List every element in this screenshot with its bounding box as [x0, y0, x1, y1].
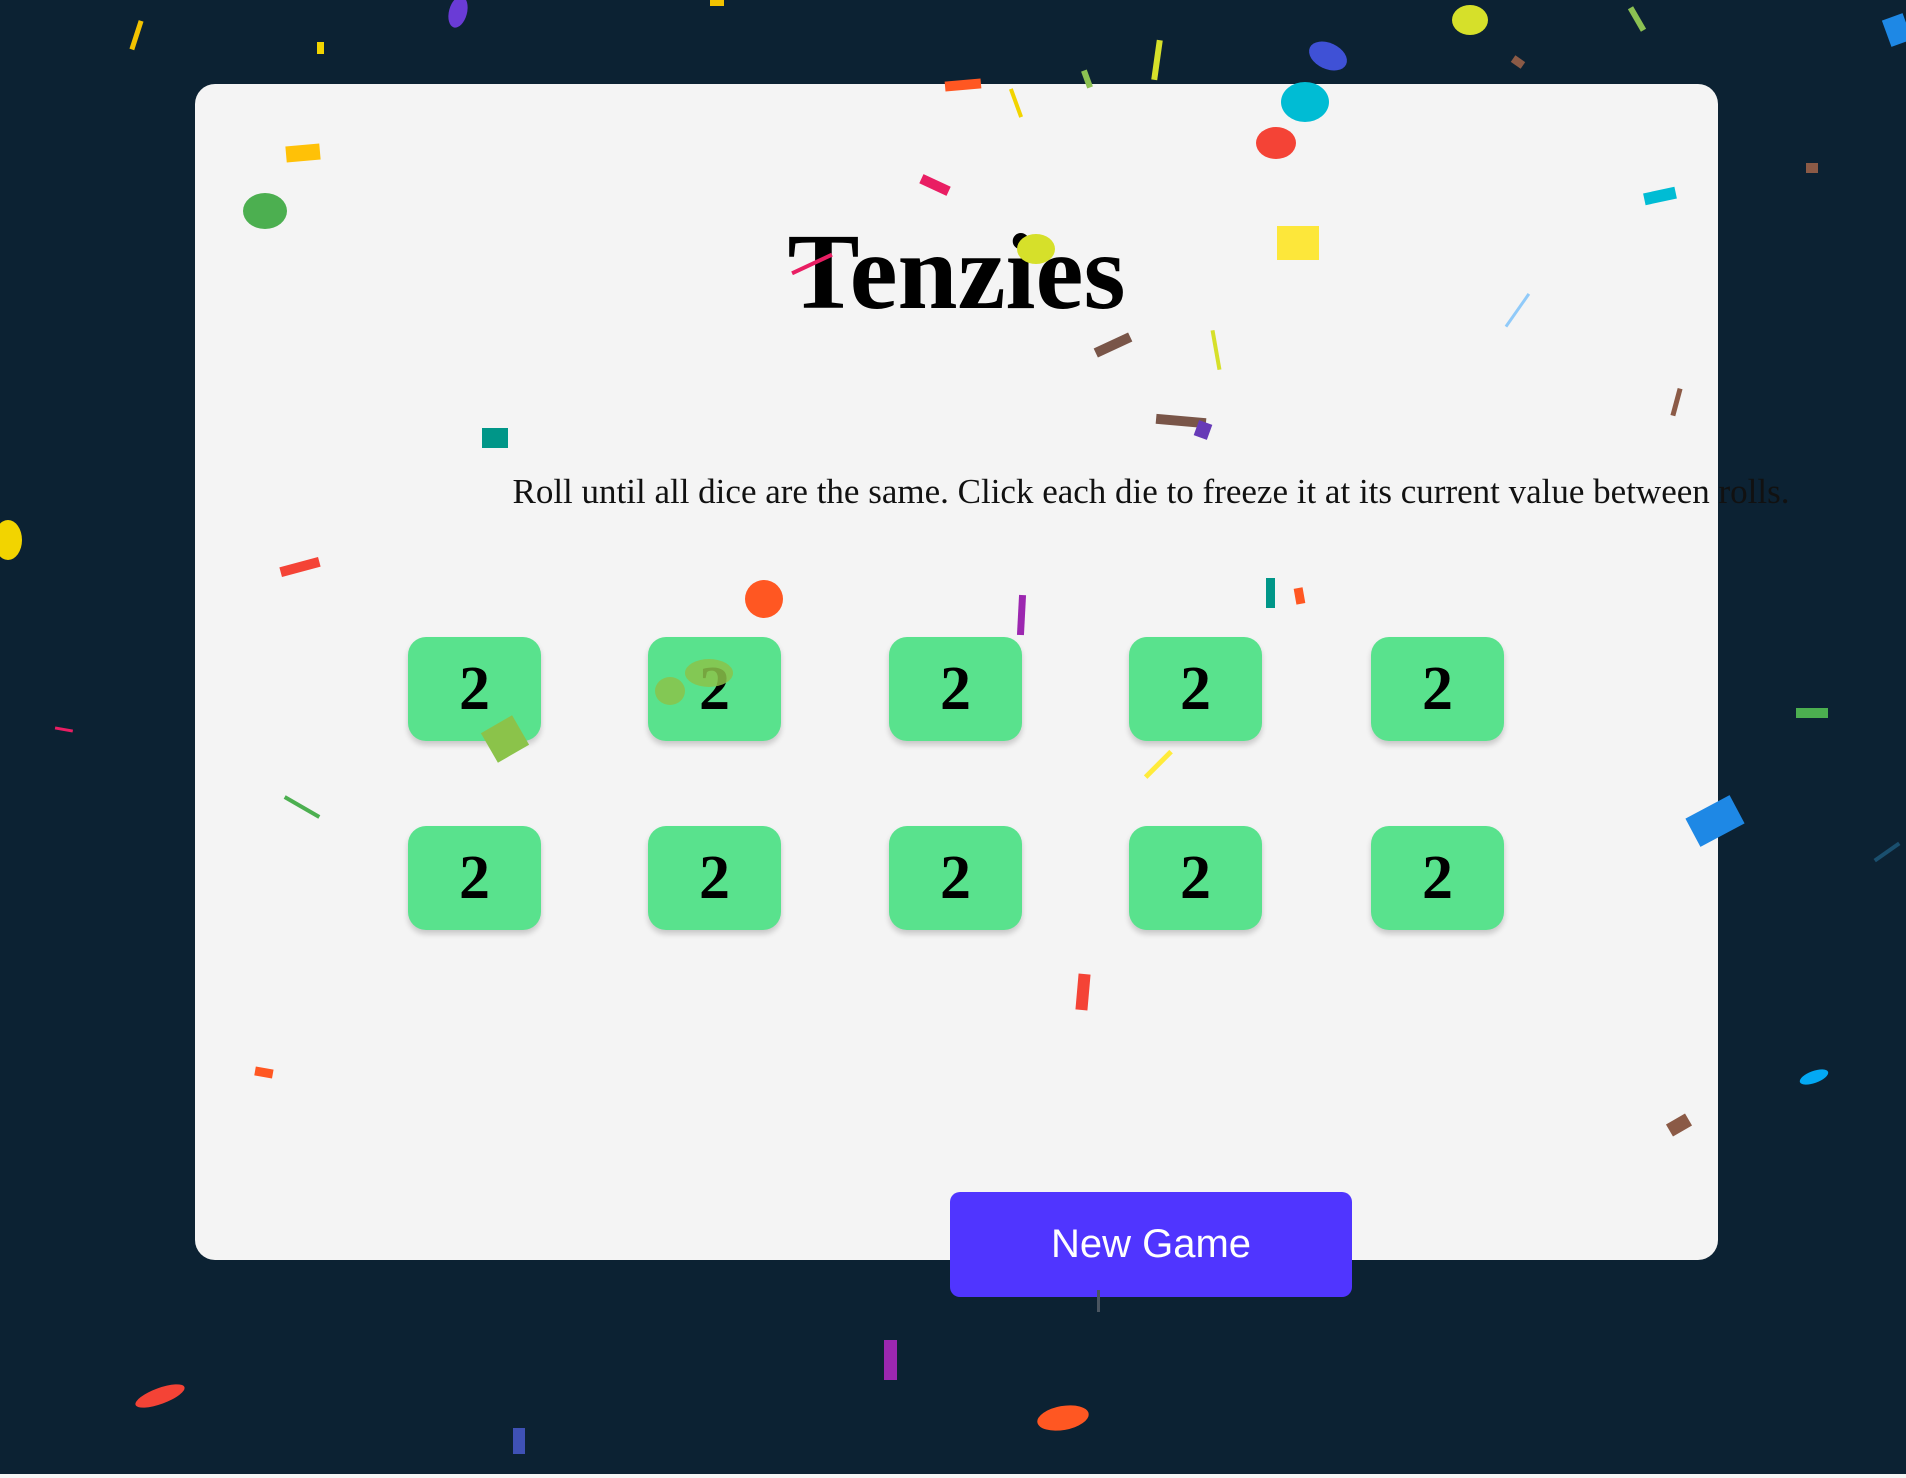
die-2[interactable]: 2 [648, 637, 781, 741]
die-8[interactable]: 2 [889, 826, 1022, 930]
die-7[interactable]: 2 [648, 826, 781, 930]
game-card: Tenzies Roll until all dice are the same… [195, 84, 1790, 1297]
die-4[interactable]: 2 [1129, 637, 1262, 741]
die-6[interactable]: 2 [408, 826, 541, 930]
die-3[interactable]: 2 [889, 637, 1022, 741]
game-instructions: Roll until all dice are the same. Click … [512, 472, 1790, 511]
die-9[interactable]: 2 [1129, 826, 1262, 930]
game-title: Tenzies [787, 213, 1126, 332]
bottom-edge [0, 1474, 1906, 1478]
die-1[interactable]: 2 [408, 637, 541, 741]
new-game-button[interactable]: New Game [950, 1192, 1352, 1297]
die-5[interactable]: 2 [1371, 637, 1504, 741]
die-10[interactable]: 2 [1371, 826, 1504, 930]
game-screen: Tenzies Roll until all dice are the same… [0, 0, 1906, 1478]
